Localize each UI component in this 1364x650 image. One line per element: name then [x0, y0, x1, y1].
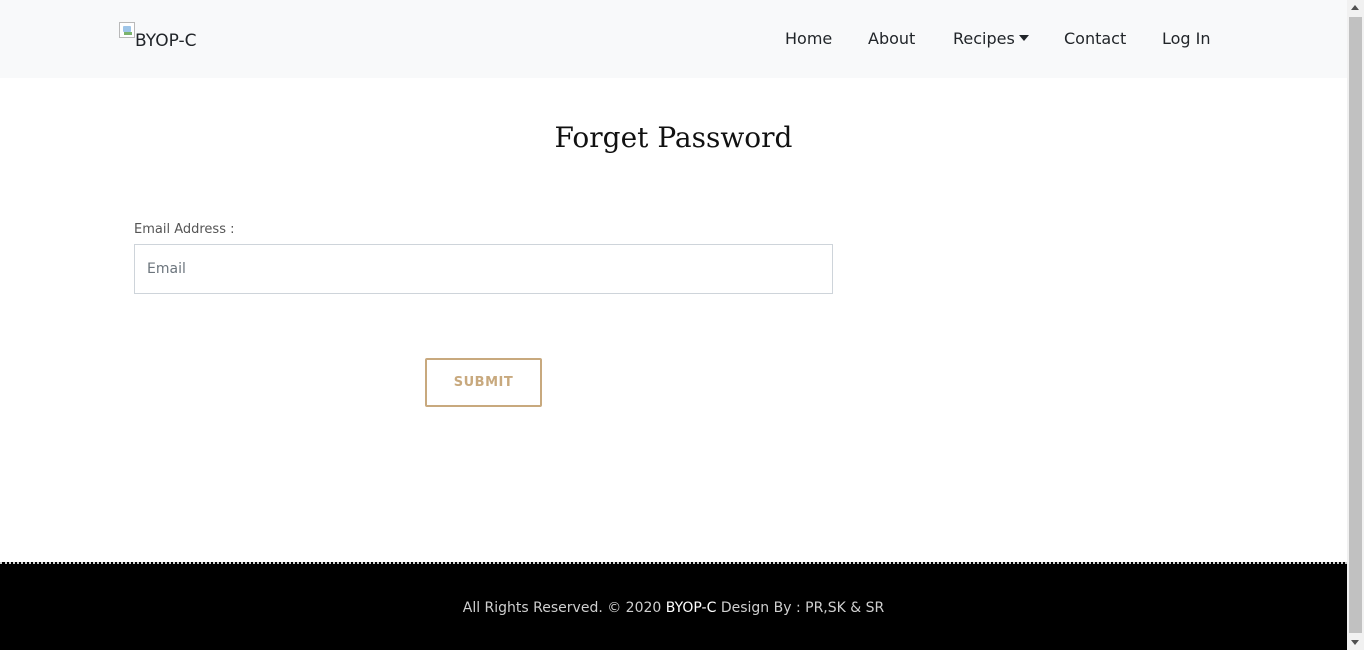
- nav-link-recipes-label: Recipes: [953, 29, 1015, 48]
- scroll-down-arrow-icon[interactable]: [1351, 640, 1359, 645]
- vertical-scrollbar[interactable]: [1347, 0, 1364, 650]
- caret-down-icon: [1018, 35, 1029, 41]
- nav-link-contact[interactable]: Contact: [1064, 29, 1126, 49]
- page: BYOP-C Home About Recipes Contact Log In…: [0, 0, 1347, 650]
- nav-link-about[interactable]: About: [868, 29, 915, 49]
- page-title: Forget Password: [554, 121, 793, 154]
- footer-text: All Rights Reserved. © 2020 BYOP-C Desig…: [0, 600, 1347, 616]
- scrollbar-thumb[interactable]: [1349, 17, 1362, 633]
- footer-copyright: All Rights Reserved. © 2020: [462, 600, 662, 616]
- footer: All Rights Reserved. © 2020 BYOP-C Desig…: [0, 562, 1347, 650]
- nav-links: Home About Recipes Contact Log In: [0, 29, 1347, 53]
- navbar: BYOP-C Home About Recipes Contact Log In: [0, 0, 1347, 78]
- footer-credits: Design By : PR,SK & SR: [720, 600, 885, 616]
- scroll-up-arrow-icon[interactable]: [1351, 5, 1359, 10]
- email-input[interactable]: [134, 244, 833, 294]
- nav-link-home[interactable]: Home: [785, 29, 832, 49]
- submit-button[interactable]: SUBMIT: [425, 358, 542, 407]
- footer-brand: BYOP-C: [665, 600, 717, 616]
- email-label: Email Address :: [134, 222, 235, 237]
- nav-link-login[interactable]: Log In: [1162, 29, 1211, 49]
- nav-link-recipes[interactable]: Recipes: [953, 29, 1029, 49]
